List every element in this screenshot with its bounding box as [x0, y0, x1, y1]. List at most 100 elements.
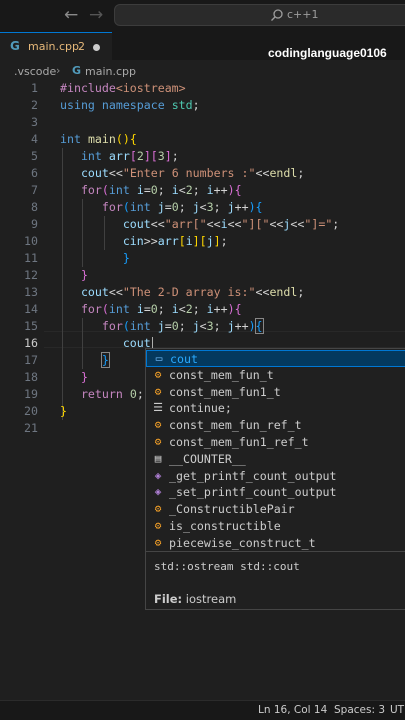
code-line-18: } [80, 370, 88, 384]
line-number: 3 [31, 115, 38, 129]
suggestion-label: const_mem_fun_t [169, 367, 274, 382]
autocomplete-suggest-widget[interactable]: ▭ cout ⚙ const_mem_fun_t ⚙ const_mem_fun1_t ☰ c… [145, 348, 405, 610]
line-number: 9 [31, 217, 38, 231]
encoding-setting[interactable]: UT [390, 704, 404, 716]
code-line-7: for(int i=0; i<2; i++){ [80, 183, 242, 197]
suggestion-item[interactable]: ▤ __COUNTER__ [146, 451, 405, 468]
line-number: 5 [31, 149, 38, 163]
line-number: 15 [24, 319, 38, 333]
code-line-10: cin>>arr[i][j]; [122, 234, 228, 248]
suggestion-label: const_mem_fun1_t [169, 384, 281, 399]
code-line-8: for(int j=0; j<3; j++){ [101, 200, 263, 214]
code-line-15: for(int j=0; j<3; j++){ [101, 318, 264, 334]
struct-icon: ⚙ [154, 502, 162, 516]
file-label: File: [154, 592, 183, 606]
macro-icon: ▤ [154, 451, 162, 465]
line-number: 2 [31, 98, 38, 112]
file-value: iostream [185, 592, 237, 606]
tab-label: main.cpp [28, 40, 79, 53]
suggestion-file: File: iostream [154, 592, 236, 606]
command-center-search[interactable]: c++1 [114, 4, 405, 26]
tab-main-cpp[interactable]: G main.cpp 2 [0, 32, 112, 60]
suggestion-item[interactable]: ⚙ const_mem_fun_t [146, 367, 405, 384]
struct-icon: ⚙ [154, 435, 162, 448]
search-icon [271, 9, 283, 21]
code-line-9: cout<<"arr["<<i<<"]["<<j<<"]="; [122, 217, 340, 231]
suggestion-item[interactable]: ⚙ piecewise_construct_t [146, 535, 405, 552]
suggestion-details: std::ostream std::cout File: iostream [146, 551, 405, 609]
line-number: 20 [24, 404, 38, 418]
unsaved-dot-icon[interactable] [93, 44, 100, 51]
line-number: 1 [31, 81, 38, 95]
keyword-icon: ☰ [153, 401, 163, 415]
line-number: 18 [24, 370, 38, 384]
line-number: 8 [31, 200, 38, 214]
suggestion-item[interactable]: ⚙ const_mem_fun_ref_t [146, 417, 405, 434]
title-bar: ← → c++1 [0, 0, 405, 32]
tab-problem-count: 2 [78, 40, 85, 53]
line-number: 17 [24, 353, 38, 367]
cpp-file-icon: G [10, 39, 20, 53]
line-number: 4 [31, 132, 38, 146]
suggestion-label: continue; [169, 401, 232, 416]
function-icon: ◈ [154, 468, 162, 482]
suggestion-label: _ConstructiblePair [169, 502, 295, 517]
code-line-6: cout<<"Enter 6 numbers :"<<endl; [80, 166, 305, 180]
suggestion-item[interactable]: ⚙ _ConstructiblePair [146, 501, 405, 518]
suggestion-label: is_constructible [169, 519, 281, 533]
code-line-11: } [122, 251, 130, 265]
indentation-setting[interactable]: Spaces: 3 [334, 704, 385, 716]
status-bar: Ln 16, Col 14 Spaces: 3 UT [0, 700, 405, 720]
line-number: 10 [24, 234, 38, 248]
channel-watermark: codinglanguage0106 [268, 46, 387, 60]
line-number: 14 [24, 302, 38, 316]
suggestion-match: cout [170, 352, 198, 366]
suggestion-item[interactable]: ⚙ const_mem_fun1_t [146, 384, 405, 401]
struct-icon: ⚙ [154, 384, 162, 398]
code-line-4: int main(){ [60, 132, 137, 146]
code-line-19: return 0; [80, 387, 144, 401]
suggestion-item[interactable]: ⚙ is_constructible [146, 518, 405, 535]
suggestion-item[interactable]: ◈ _get_printf_count_output [146, 468, 405, 485]
line-number: 19 [24, 387, 38, 401]
cpp-file-icon: G [72, 64, 82, 77]
function-icon: ◈ [154, 485, 162, 499]
back-arrow-icon[interactable]: ← [64, 5, 78, 25]
struct-field-icon: ⚙ [154, 519, 162, 532]
variable-icon: ▭ [155, 352, 163, 365]
suggestion-label: _set_printf_count_output [169, 485, 337, 500]
breadcrumb-folder[interactable]: .vscode [14, 65, 56, 78]
suggestion-item[interactable]: ⚙ const_mem_fun1_ref_t [146, 434, 405, 451]
suggestion-item[interactable]: ◈ _set_printf_count_output [146, 484, 405, 501]
line-number: 7 [31, 183, 38, 197]
code-line-5: int arr[2][3]; [80, 149, 179, 163]
breadcrumb-separator: › [56, 64, 61, 77]
struct-icon: ⚙ [154, 418, 162, 432]
suggestion-label: const_mem_fun_ref_t [169, 418, 302, 433]
suggestion-item[interactable]: ▭ cout [146, 350, 405, 367]
suggestion-item[interactable]: ☰ continue; [146, 400, 405, 417]
suggestion-signature: std::ostream std::cout [154, 560, 300, 573]
line-number: 21 [24, 421, 38, 435]
suggestion-label: cout [170, 352, 198, 366]
code-line-16: cout [122, 336, 151, 350]
cursor-position[interactable]: Ln 16, Col 14 [258, 704, 327, 716]
code-line-17: } [100, 352, 110, 368]
line-number: 13 [24, 285, 38, 299]
line-number: 16 [24, 336, 38, 350]
struct-icon: ⚙ [154, 367, 162, 381]
breadcrumb: .vscode › G main.cpp [0, 62, 405, 82]
suggestion-label: __COUNTER__ [169, 451, 246, 466]
code-line-2: using namespace std; [60, 98, 200, 112]
code-line-13: cout<<"The 2-D array is:"<<endl; [80, 285, 305, 299]
line-number: 6 [31, 166, 38, 180]
suggestion-label: piecewise_construct_t [169, 535, 316, 550]
forward-arrow-icon[interactable]: → [89, 5, 103, 25]
search-placeholder: c++1 [287, 8, 319, 21]
line-number: 12 [24, 268, 38, 282]
code-line-14: for(int i=0; i<2; i++){ [80, 302, 242, 316]
suggestion-label: _get_printf_count_output [169, 468, 337, 483]
line-number: 11 [24, 251, 38, 265]
breadcrumb-file[interactable]: main.cpp [85, 65, 136, 78]
code-line-1: #include<iostream> [60, 81, 186, 95]
